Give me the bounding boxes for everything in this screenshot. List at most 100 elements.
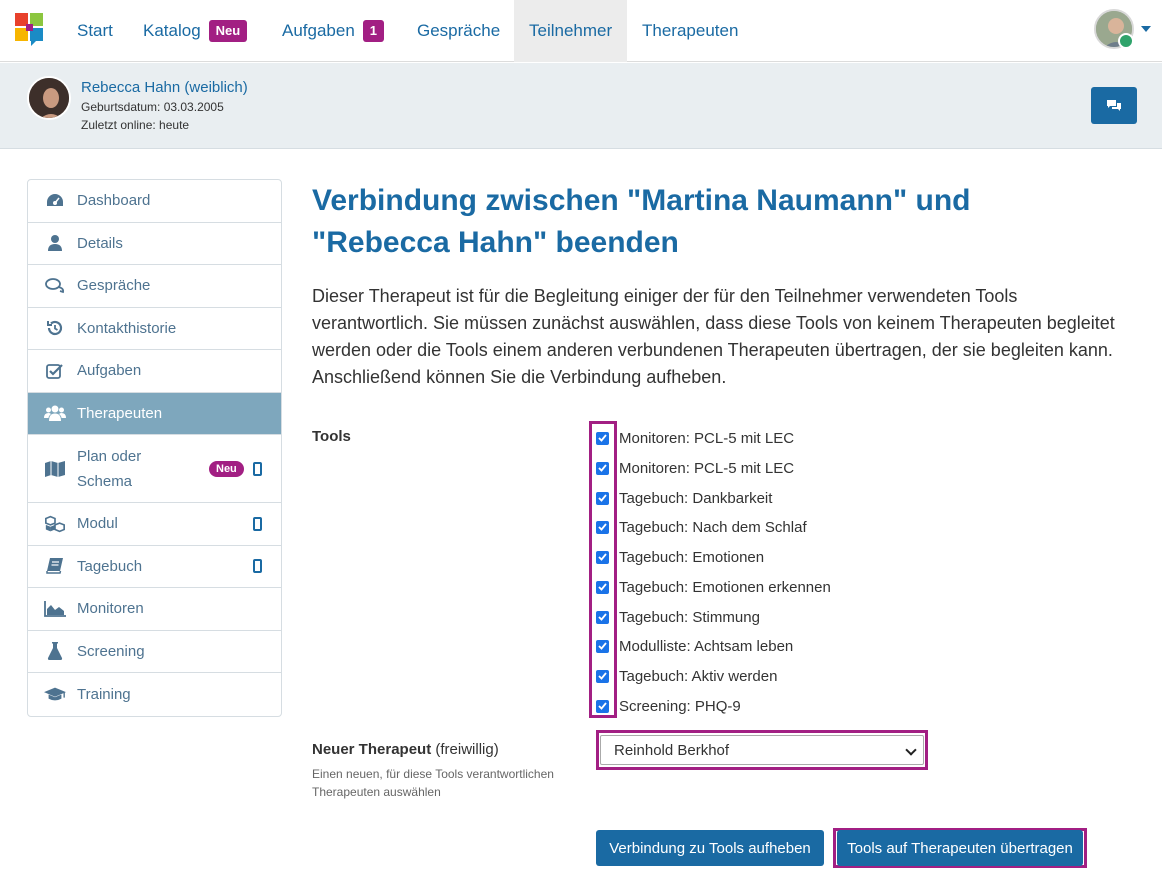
sidebar-item-aufgaben[interactable]: Aufgaben [28,350,281,393]
sidebar-item-label: Aufgaben [77,362,142,380]
tool-checkbox[interactable] [596,699,609,713]
chevron-down-icon [905,744,917,756]
map-icon [44,459,66,479]
app-logo-icon[interactable] [15,13,45,47]
sidebar: Dashboard Details Gespräche Kontakthisto… [27,179,282,717]
tool-label: Monitoren: PCL-5 mit LEC [619,459,795,477]
tool-checkbox-row[interactable]: Tagebuch: Aktiv werden [596,665,777,687]
nav-katalog-label: Katalog [143,21,201,40]
sidebar-item-label: Gespräche [77,277,151,295]
tool-checkbox-row[interactable]: Tagebuch: Stimmung [596,606,760,628]
tool-checkbox-row[interactable]: Monitoren: PCL-5 mit LEC [596,427,794,449]
nav-katalog[interactable]: Katalog Neu [128,0,262,62]
checkbox-icon [44,361,66,381]
tool-checkbox[interactable] [596,610,609,624]
flask-icon [44,641,66,661]
tool-label: Tagebuch: Emotionen [619,548,765,566]
sidebar-item-label: Details [77,234,123,252]
sidebar-item-modul[interactable]: Modul [28,503,281,546]
tool-label: Monitoren: PCL-5 mit LEC [619,429,795,447]
tool-checkbox[interactable] [596,580,609,594]
sidebar-item-kontakthistorie[interactable]: Kontakthistorie [28,308,281,350]
sidebar-item-label: Modul [77,515,118,533]
nav-teilnehmer[interactable]: Teilnehmer [514,0,628,62]
new-therapist-select[interactable]: Reinhold Berkhof [600,735,924,765]
nav-start[interactable]: Start [62,0,128,62]
participant-name[interactable]: Rebecca Hahn (weiblich) [81,79,248,96]
cubes-icon [44,514,66,534]
sidebar-item-plan-oder-schema[interactable]: Plan oder Schema Neu [28,435,281,503]
comments-icon [44,276,66,296]
top-navigation: Start Katalog Neu Aufgaben 1 Gespräche T… [0,0,1162,62]
tool-checkbox-row[interactable]: Screening: PHQ-9 [596,695,741,717]
tool-checkbox-row[interactable]: Tagebuch: Emotionen erkennen [596,576,831,598]
tool-label: Tagebuch: Aktiv werden [619,667,778,685]
graduation-cap-icon [44,684,66,704]
tool-label: Tagebuch: Dankbarkeit [619,489,773,507]
unlink-tools-button[interactable]: Verbindung zu Tools aufheben [596,830,824,866]
tool-checkbox-row[interactable]: Tagebuch: Nach dem Schlaf [596,516,807,538]
tool-checkbox[interactable] [596,520,609,534]
sidebar-item-label: Kontakthistorie [77,319,177,337]
nav-therapeuten-label: Therapeuten [642,21,739,40]
tool-checkbox[interactable] [596,461,609,475]
tool-checkbox-row[interactable]: Tagebuch: Dankbarkeit [596,487,772,509]
dashboard-icon [44,191,66,211]
tool-checkbox-row[interactable]: Monitoren: PCL-5 mit LEC [596,457,794,479]
sidebar-item-monitoren[interactable]: Monitoren [28,588,281,631]
page-title: Verbindung zwischen "Martina Naumann" un… [312,184,971,259]
sidebar-item-dashboard[interactable]: Dashboard [28,180,281,223]
participant-avatar [27,76,71,120]
sidebar-item-gespraeche[interactable]: Gespräche [28,265,281,308]
mobile-phone-icon [253,461,262,476]
sidebar-item-label: Monitoren [77,600,144,618]
sidebar-item-label: Training [77,685,131,703]
tool-label: Tagebuch: Emotionen erkennen [619,578,831,596]
tool-label: Tagebuch: Stimmung [619,608,760,626]
mobile-phone-icon [253,559,262,574]
transfer-tools-button[interactable]: Tools auf Therapeuten übertragen [837,830,1083,866]
sidebar-item-training[interactable]: Training [28,673,281,716]
tools-label: Tools [312,428,351,445]
nav-therapeuten[interactable]: Therapeuten [627,0,753,62]
new-therapist-hint: Einen neuen, für diese Tools verantwortl… [312,767,554,799]
sidebar-item-details[interactable]: Details [28,223,281,265]
nav-gespraeche[interactable]: Gespräche [402,0,515,62]
participant-birthdate: Geburtsdatum: 03.03.2005 [81,100,224,114]
nav-aufgaben[interactable]: Aufgaben 1 [267,0,399,62]
tool-label: Screening: PHQ-9 [619,697,741,715]
chevron-down-icon[interactable] [1141,26,1151,32]
sidebar-item-label: Screening [77,642,145,660]
new-therapist-label-text: Neuer Therapeut [312,741,432,758]
sidebar-item-screening[interactable]: Screening [28,631,281,673]
task-count-badge: 1 [362,20,385,42]
nav-aufgaben-label: Aufgaben [282,21,355,40]
nav-teilnehmer-label: Teilnehmer [529,21,613,40]
book-icon [44,556,66,576]
sidebar-item-tagebuch[interactable]: Tagebuch [28,546,281,588]
new-therapist-optional: (freiwillig) [435,741,499,758]
tool-checkbox-row[interactable]: Tagebuch: Emotionen [596,546,764,568]
chat-bubbles-icon [1107,99,1121,111]
tool-checkbox[interactable] [596,550,609,564]
participant-last-online: Zuletzt online: heute [81,118,190,132]
chat-button[interactable] [1091,87,1137,124]
sidebar-item-label: Therapeuten [77,404,163,422]
sidebar-item-label: Dashboard [77,192,151,210]
tool-checkbox[interactable] [596,669,609,683]
history-icon [44,318,66,338]
tool-checkbox[interactable] [596,639,609,653]
new-badge: Neu [209,460,244,477]
tool-checkbox[interactable] [596,491,609,505]
nav-start-label: Start [77,21,113,40]
tool-checkbox-row[interactable]: Modulliste: Achtsam leben [596,635,793,657]
eye-icon [1118,33,1134,49]
mobile-phone-icon [253,516,262,531]
tool-label: Tagebuch: Nach dem Schlaf [619,518,807,536]
tool-label: Modulliste: Achtsam leben [619,637,794,655]
user-icon [44,233,66,253]
new-badge: Neu [208,20,248,42]
tool-checkbox[interactable] [596,431,609,445]
sidebar-item-therapeuten[interactable]: Therapeuten [28,392,281,435]
new-therapist-label: Neuer Therapeut (freiwillig) [312,741,499,758]
